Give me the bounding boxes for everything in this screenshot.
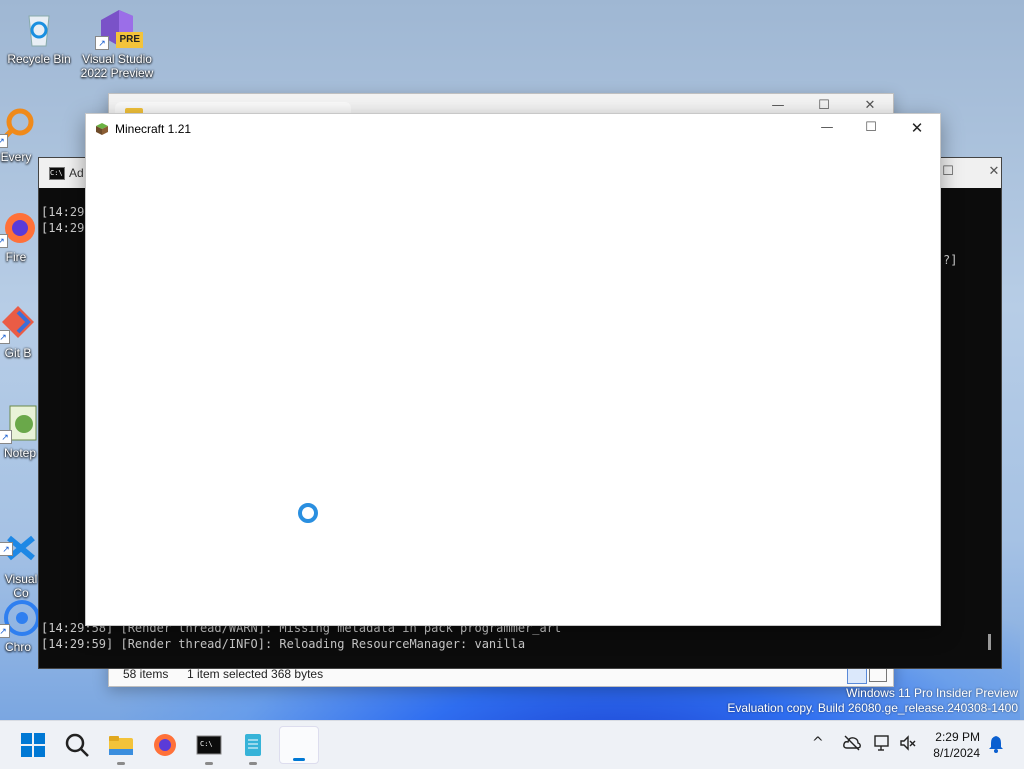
console-line: [14:29:59] [Render thread/INFO]: Reloadi… <box>41 637 526 651</box>
console-line: [14:29: <box>41 221 92 235</box>
running-indicator <box>117 762 125 765</box>
git-icon: ↗ <box>0 302 38 344</box>
shortcut-arrow-icon: ↗ <box>0 430 12 444</box>
taskbar-clock[interactable]: 2:29 PM 8/1/2024 <box>933 729 980 761</box>
windows-watermark: Windows 11 Pro Insider Preview Evaluatio… <box>727 686 1018 716</box>
windows-logo-icon <box>21 733 45 757</box>
tray-cloud-icon[interactable] <box>842 733 862 757</box>
taskbar-file-explorer[interactable] <box>105 729 137 765</box>
running-indicator <box>249 762 257 765</box>
minecraft-minimize-button[interactable]: — <box>812 118 842 138</box>
notepad-icon <box>245 734 261 756</box>
desktop-icon-everything[interactable]: ↗ Every <box>0 106 46 164</box>
console-line-fragment: ?] <box>943 253 958 267</box>
desktop-icon-recycle-bin[interactable]: Recycle Bin <box>1 8 77 66</box>
desktop-icon-label: Recycle Bin <box>7 52 71 66</box>
tray-overflow-chevron[interactable]: ^ <box>812 735 824 751</box>
recycle-bin-icon <box>19 8 59 48</box>
console-close-button[interactable]: ✕ <box>979 162 1009 182</box>
shortcut-arrow-icon: ↗ <box>0 542 13 556</box>
preview-badge: PRE <box>116 32 143 48</box>
magnifier-icon: ↗ <box>0 106 36 148</box>
firefox-icon <box>154 734 176 756</box>
watermark-line-1: Windows 11 Pro Insider Preview <box>846 686 1018 700</box>
svg-text:C:\: C:\ <box>200 740 213 748</box>
minecraft-grass-block-icon <box>96 123 108 135</box>
terminal-icon: C:\ <box>49 167 65 180</box>
start-button[interactable] <box>17 729 49 761</box>
taskbar-minecraft[interactable] <box>279 726 319 764</box>
console-line: [14:29: <box>41 205 92 219</box>
status-item-count: 58 items <box>123 667 169 681</box>
clock-time: 2:29 PM <box>935 730 980 744</box>
taskbar: C:\ ^ 2:29 PM 8/1/2024 <box>0 720 1024 769</box>
status-selection: 1 item selected 368 bytes <box>187 667 324 681</box>
shortcut-arrow-icon: ↗ <box>0 234 8 248</box>
minecraft-close-button[interactable]: ✕ <box>902 118 932 138</box>
volume-muted-icon[interactable] <box>898 733 918 757</box>
loading-spinner <box>298 503 318 523</box>
desktop-icon-visual-studio[interactable]: PRE ↗ Visual Studio 2022 Preview <box>79 8 155 80</box>
notification-bell-icon[interactable] <box>988 735 1004 757</box>
firefox-icon: ↗ <box>0 206 36 248</box>
taskbar-search-button[interactable] <box>61 729 93 761</box>
desktop-icon-label: Visual Studio 2022 Preview <box>80 52 154 80</box>
taskbar-notepad[interactable] <box>237 729 269 765</box>
folder-icon <box>109 736 133 755</box>
network-icon[interactable] <box>872 733 892 757</box>
clock-date: 8/1/2024 <box>933 746 980 760</box>
minecraft-title: Minecraft 1.21 <box>115 122 192 136</box>
shortcut-arrow-icon: ↗ <box>95 36 109 50</box>
running-indicator <box>205 762 213 765</box>
search-icon <box>65 733 89 757</box>
shortcut-arrow-icon: ↗ <box>0 624 10 638</box>
visual-studio-icon: PRE ↗ <box>95 8 143 50</box>
shortcut-arrow-icon: ↗ <box>0 330 10 344</box>
taskbar-terminal[interactable]: C:\ <box>193 729 225 765</box>
minecraft-titlebar[interactable]: Minecraft 1.21 — ☐ ✕ <box>86 114 940 144</box>
minecraft-window[interactable]: Minecraft 1.21 — ☐ ✕ <box>85 113 941 626</box>
console-scrollbar-thumb[interactable] <box>988 634 991 650</box>
console-title: Ad <box>69 166 84 180</box>
watermark-line-2: Evaluation copy. Build 26080.ge_release.… <box>727 701 1018 715</box>
shortcut-arrow-icon: ↗ <box>0 134 8 148</box>
notepad-icon: ↗ <box>0 402 40 444</box>
minecraft-maximize-button[interactable]: ☐ <box>856 118 886 138</box>
vscode-icon: ↗ <box>0 514 41 561</box>
terminal-icon: C:\ <box>196 735 222 755</box>
taskbar-firefox[interactable] <box>149 729 181 761</box>
chrome-icon: ↗ <box>0 596 40 638</box>
active-indicator <box>293 758 305 761</box>
